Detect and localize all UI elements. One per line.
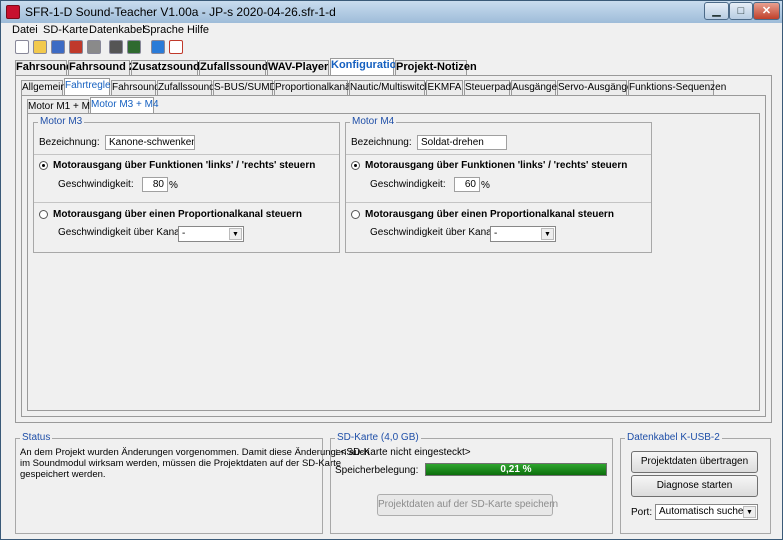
tab-projekt-notizen[interactable]: Projekt-Notizen (395, 60, 477, 75)
status-title: Status (20, 432, 53, 443)
port-select[interactable]: Automatisch suchen ▼ (655, 504, 758, 520)
m4-speed-input[interactable]: 60 (454, 177, 480, 192)
sd-save-button[interactable]: Projektdaten auf der SD-Karte speichern (377, 494, 558, 516)
tab-wav-player[interactable]: WAV-Player (267, 60, 329, 75)
m3-bezeichnung-input[interactable]: Kanone-schwenken (105, 135, 195, 150)
m4-radio-funktionen[interactable] (351, 161, 360, 170)
m3-kanal-label: Geschwindigkeit über Kanal: (58, 227, 185, 238)
tab-s-bus-sumd[interactable]: S-BUS/SUMD (213, 80, 277, 95)
chevron-down-icon: ▼ (229, 228, 242, 240)
m4-divider-1 (346, 154, 651, 155)
menu-sd-karte[interactable]: SD-Karte (43, 24, 88, 36)
m4-kanal-select[interactable]: - ▼ (490, 226, 556, 242)
new-file-icon[interactable] (15, 40, 29, 54)
port-value: Automatisch suchen (659, 506, 750, 517)
m3-divider-2 (34, 202, 339, 203)
close-button[interactable]: ✕ (753, 2, 780, 20)
tab-motor-m1-m2[interactable]: Motor M1 + M2 (27, 99, 96, 114)
sound-icon[interactable] (151, 40, 165, 54)
tab-ekmfa[interactable]: EKMFA (426, 80, 463, 95)
tab-fahrsound-sub[interactable]: Fahrsound (111, 80, 160, 95)
app-window: SFR-1-D Sound-Teacher V1.00a - JP-s 2020… (0, 0, 783, 540)
m4-speed-unit: % (481, 180, 490, 191)
motor-m3-title: Motor M3 (38, 116, 85, 127)
speicherbelegung-label: Speicherbelegung: (335, 465, 419, 476)
chevron-down-icon: ▼ (743, 506, 756, 518)
tab-nautic-multiswitch[interactable]: Nautic/Multiswitch (349, 80, 430, 95)
diagnose-starten-button[interactable]: Diagnose starten (631, 475, 758, 497)
app-icon (6, 5, 20, 19)
minimize-button[interactable]: ▁ (704, 2, 729, 20)
tab-zusatzsounds[interactable]: Zusatzsounds (131, 60, 206, 75)
menu-datei[interactable]: Datei (12, 24, 38, 36)
menu-hilfe[interactable]: Hilfe (187, 24, 209, 36)
datenkabel-group: Datenkabel K-USB-2 Projektdaten übertrag… (620, 432, 771, 534)
tab-servo-ausgaenge[interactable]: Servo-Ausgänge (557, 80, 633, 95)
m3-speed-unit: % (169, 180, 178, 191)
maximize-button[interactable]: □ (729, 2, 753, 20)
status-text-1: An dem Projekt wurden Änderungen vorgeno… (20, 447, 370, 458)
tab-proportionalkanaele[interactable]: Proportionalkanäle (274, 80, 358, 95)
status-text-3: gespeichert werden. (20, 469, 106, 480)
sd-karte-state: : <SD-Karte nicht eingesteckt> (335, 447, 471, 458)
tab-motor-m3-m4[interactable]: Motor M3 + M4 (90, 97, 159, 114)
port-label: Port: (631, 507, 653, 518)
tab-fahrtregler[interactable]: Fahrtregler (64, 78, 114, 95)
m3-speed-label: Geschwindigkeit: (58, 179, 134, 190)
m3-kanal-select[interactable]: - ▼ (178, 226, 244, 242)
sd-card-icon[interactable] (109, 40, 123, 54)
m4-opt2-label: Motorausgang über einen Proportionalkana… (365, 209, 614, 220)
m4-bezeichnung-label: Bezeichnung: (351, 137, 412, 148)
menu-datenkabel[interactable]: Datenkabel (89, 24, 145, 36)
m3-bezeichnung-label: Bezeichnung: (39, 137, 100, 148)
tab-fahrsound[interactable]: Fahrsound (15, 60, 73, 75)
m4-speed-label: Geschwindigkeit: (370, 179, 446, 190)
m4-divider-2 (346, 202, 651, 203)
motor-m4-title: Motor M4 (350, 116, 397, 127)
tab-steuerpad[interactable]: Steuerpad (464, 80, 511, 95)
sd-karte-group: SD-Karte (4,0 GB) : <SD-Karte nicht eing… (330, 432, 613, 534)
m3-divider-1 (34, 154, 339, 155)
tab-ausgaenge[interactable]: Ausgänge (511, 80, 557, 95)
m4-radio-proportional[interactable] (351, 210, 360, 219)
m4-kanal-value: - (494, 228, 498, 239)
m3-opt1-label: Motorausgang über Funktionen 'links' / '… (53, 160, 316, 171)
datenkabel-title: Datenkabel K-USB-2 (625, 432, 722, 443)
m3-speed-input[interactable]: 80 (142, 177, 168, 192)
tab-konfiguration[interactable]: Konfiguration (330, 58, 403, 75)
status-group: Status An dem Projekt wurden Änderungen … (15, 432, 370, 534)
pdf-icon[interactable] (169, 40, 183, 54)
print-icon[interactable] (87, 40, 101, 54)
m3-opt2-label: Motorausgang über einen Proportionalkana… (53, 209, 302, 220)
status-text-2: im Soundmodul wirksam werden, müssen die… (20, 458, 342, 469)
save-as-icon[interactable] (69, 40, 83, 54)
save-icon[interactable] (51, 40, 65, 54)
m3-radio-proportional[interactable] (39, 210, 48, 219)
sd-karte-title: SD-Karte (4,0 GB) (335, 432, 421, 443)
motor-m4-group: Motor M4 Bezeichnung: Soldat-drehen Moto… (345, 116, 652, 253)
tab-zufallssound[interactable]: Zufallssound (157, 80, 215, 95)
m3-radio-funktionen[interactable] (39, 161, 48, 170)
m4-bezeichnung-input[interactable]: Soldat-drehen (417, 135, 507, 150)
menu-sprache[interactable]: Sprache (143, 24, 184, 36)
m4-kanal-label: Geschwindigkeit über Kanal: (370, 227, 497, 238)
m3-kanal-value: - (182, 228, 186, 239)
speicher-progress-text: 0,21 % (500, 464, 532, 475)
tab-fahrsound-2[interactable]: Fahrsound 2 (68, 60, 135, 75)
open-folder-icon[interactable] (33, 40, 47, 54)
motor-m3-group: Motor M3 Bezeichnung: Kanone-schwenken M… (33, 116, 340, 253)
m4-opt1-label: Motorausgang über Funktionen 'links' / '… (365, 160, 628, 171)
tab-funktions-sequenzen[interactable]: Funktions-Sequenzen (628, 80, 726, 95)
transfer-icon[interactable] (127, 40, 141, 54)
menu-bar: Datei SD-Karte Datenkabel Sprache Hilfe (1, 23, 782, 39)
title-bar: SFR-1-D Sound-Teacher V1.00a - JP-s 2020… (1, 1, 782, 23)
window-title: SFR-1-D Sound-Teacher V1.00a - JP-s 2020… (25, 5, 336, 19)
tab-zufallssounds[interactable]: Zufallssounds (199, 60, 275, 75)
toolbar (1, 39, 782, 57)
projektdaten-uebertragen-button[interactable]: Projektdaten übertragen (631, 451, 758, 473)
speicher-progress: 0,21 % (425, 463, 607, 476)
tab-allgemein[interactable]: Allgemein (21, 80, 66, 95)
chevron-down-icon: ▼ (541, 228, 554, 240)
